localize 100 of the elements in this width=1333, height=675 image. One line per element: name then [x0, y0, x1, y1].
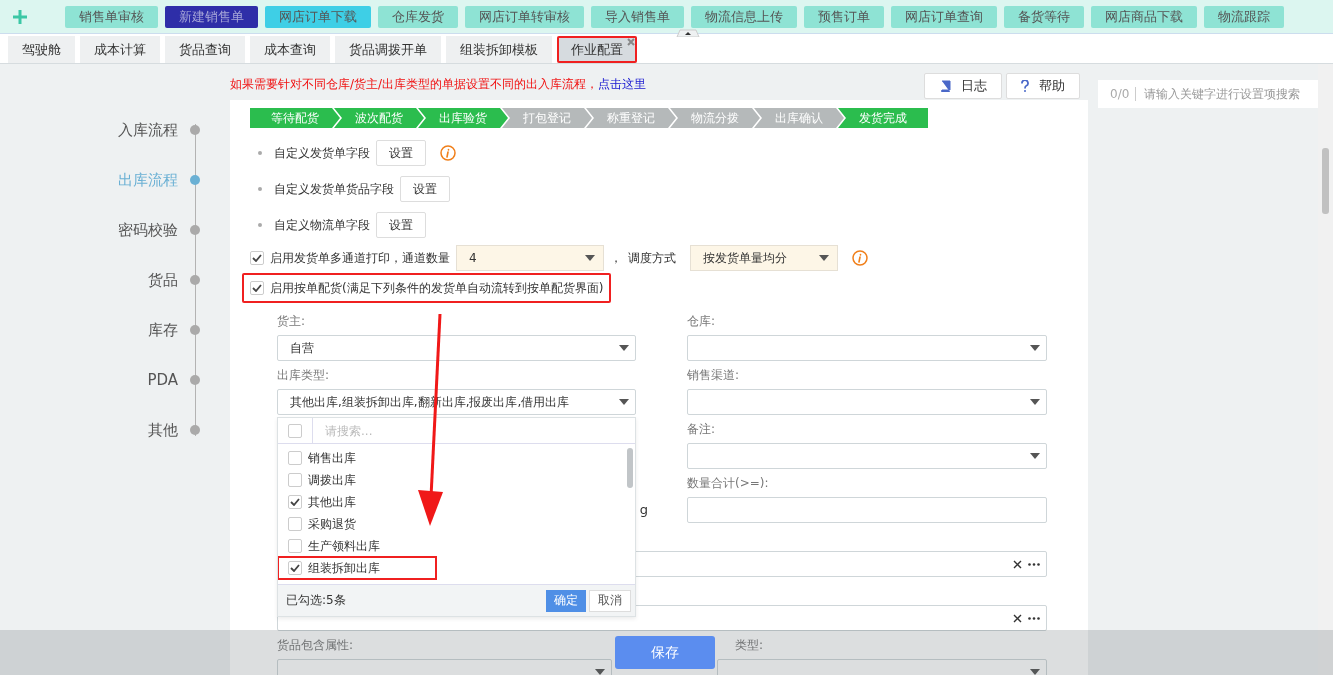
more-icon[interactable] [1028, 616, 1040, 620]
dropdown-option[interactable]: 其他出库 [278, 491, 372, 513]
tab[interactable]: 成本计算 [80, 36, 160, 63]
tab[interactable]: 货品调拨开单 [335, 36, 441, 63]
checkbox[interactable] [250, 251, 264, 265]
dispatch-mode-select[interactable]: 按发货单量均分 [690, 245, 838, 271]
process-step: 发货完成 [838, 108, 928, 128]
caret-down-icon [619, 399, 629, 405]
scrollbar-thumb[interactable] [627, 448, 633, 488]
sidebar-item[interactable]: 库存 [0, 319, 230, 341]
dropdown-option[interactable]: 调拨出库 [278, 469, 372, 491]
tab[interactable]: 货品查询 [165, 36, 245, 63]
cancel-button[interactable]: 取消 [589, 589, 631, 612]
field-label: 类型: [734, 637, 765, 654]
setting-label: 自定义发货单货品字段 [274, 180, 394, 198]
toolbar-button[interactable]: 网店订单转审核 [465, 5, 584, 28]
select-field[interactable]: 自营 [277, 335, 636, 361]
checkbox[interactable] [250, 281, 264, 295]
bullet-icon [258, 223, 262, 227]
caret-down-icon [1030, 669, 1040, 675]
caret-down-icon [619, 345, 629, 351]
search-input[interactable]: 请输入关键字进行设置项搜索 [1142, 86, 1318, 102]
toolbar-button[interactable]: 网店订单查询 [891, 5, 997, 28]
settings-button[interactable]: 设置 [376, 212, 426, 238]
add-icon[interactable] [12, 8, 28, 25]
sidebar-item[interactable]: 入库流程 [0, 119, 230, 141]
setting-label: 调度方式 [628, 249, 676, 267]
toolbar-button[interactable]: 网店商品下载 [1091, 5, 1197, 28]
dropdown-option[interactable]: 生产领料出库 [278, 535, 396, 557]
label-fragment: g [639, 502, 648, 517]
field-label: 货主: [277, 313, 307, 330]
process-step: 等待配货 [250, 108, 340, 128]
toolbar-button[interactable]: 仓库发货 [378, 5, 458, 28]
notice-link[interactable]: 点击这里 [598, 77, 647, 91]
match-count: 0/0 [1110, 87, 1137, 101]
channel-count-select[interactable]: 4 [456, 245, 604, 271]
dropdown-option[interactable]: 采购退货 [278, 513, 372, 535]
setting-label: 自定义发货单字段 [274, 144, 370, 162]
setting-label: 启用发货单多通道打印，通道数量 [270, 249, 450, 267]
tab[interactable]: 作业配置 [557, 36, 637, 63]
more-icon[interactable] [1028, 562, 1040, 566]
toolbar-button[interactable]: 新建销售单 [165, 5, 258, 28]
setting-label: 自定义物流单字段 [274, 216, 370, 234]
field-label: 数量合计(>=): [687, 475, 770, 492]
question-icon [1021, 80, 1029, 92]
scrollbar-thumb[interactable] [1322, 148, 1329, 214]
toolbar-button[interactable]: 物流信息上传 [691, 5, 797, 28]
checkbox[interactable] [288, 495, 302, 509]
close-icon[interactable] [627, 38, 635, 46]
log-button[interactable]: 日志 [924, 73, 1002, 99]
bullet-icon [258, 187, 262, 191]
toolbar-button[interactable]: 预售订单 [804, 5, 884, 28]
input-field[interactable] [687, 497, 1047, 523]
settings-button[interactable]: 设置 [376, 140, 426, 166]
settings-button[interactable]: 设置 [400, 176, 450, 202]
info-icon [440, 145, 456, 161]
clear-icon[interactable] [1013, 559, 1022, 569]
checkbox[interactable] [288, 423, 302, 438]
timeline-dot-icon [190, 175, 200, 185]
caret-down-icon [585, 255, 595, 261]
checkbox[interactable] [288, 451, 302, 465]
process-step: 出库确认 [754, 108, 844, 128]
tab[interactable]: 驾驶舱 [8, 36, 75, 63]
process-step: 波次配货 [334, 108, 424, 128]
tab[interactable]: 成本查询 [250, 36, 330, 63]
toolbar-button[interactable]: 销售单审核 [65, 5, 158, 28]
process-step: 称重登记 [586, 108, 676, 128]
info-icon [852, 250, 868, 266]
toolbar-button[interactable]: 物流跟踪 [1204, 5, 1284, 28]
sidebar-item[interactable]: 货品 [0, 269, 230, 291]
checkbox[interactable] [288, 517, 302, 531]
field-label: 销售渠道: [687, 367, 741, 384]
select-field[interactable] [687, 443, 1047, 469]
toolbar-button[interactable]: 网店订单下载 [265, 5, 371, 28]
field-label: 备注: [687, 421, 717, 438]
dropdown-option[interactable]: 销售出库 [278, 447, 372, 469]
process-step: 出库验货 [418, 108, 508, 128]
checkbox[interactable] [288, 561, 302, 575]
collapse-toggle-icon[interactable] [674, 29, 702, 37]
field-label: 货品包含属性: [277, 637, 355, 654]
select-field[interactable] [687, 335, 1047, 361]
caret-down-icon [1030, 453, 1040, 459]
toolbar-button[interactable]: 备货等待 [1004, 5, 1084, 28]
select-field[interactable] [687, 389, 1047, 415]
caret-down-icon [1030, 345, 1040, 351]
checkbox[interactable] [288, 539, 302, 553]
clear-icon[interactable] [1013, 613, 1022, 623]
checkbox[interactable] [288, 473, 302, 487]
help-button[interactable]: 帮助 [1006, 73, 1080, 99]
sidebar-item[interactable]: 密码校验 [0, 219, 230, 241]
dropdown-option[interactable]: 组装拆卸出库 [278, 557, 436, 579]
sidebar-item[interactable]: PDA [0, 369, 230, 391]
dropdown-search-field[interactable]: 请搜索... [312, 418, 635, 443]
sidebar-item[interactable]: 其他 [0, 419, 230, 441]
process-step: 打包登记 [502, 108, 592, 128]
field-label: 仓库: [687, 313, 717, 330]
caret-down-icon [1030, 399, 1040, 405]
tab[interactable]: 组装拆卸模板 [446, 36, 552, 63]
caret-down-icon [819, 255, 829, 261]
toolbar-button[interactable]: 导入销售单 [591, 5, 684, 28]
